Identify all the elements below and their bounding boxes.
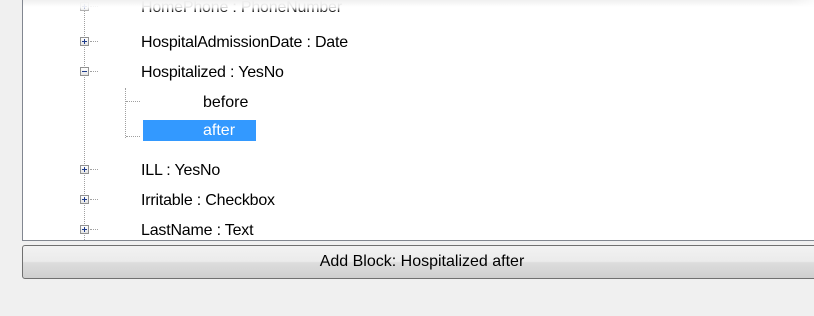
scroll-fade-right xyxy=(791,0,814,240)
plus-square-icon[interactable] xyxy=(80,165,89,174)
tree-child-before[interactable]: before xyxy=(23,92,803,114)
tree-child-label: before xyxy=(203,94,249,111)
tree-connector xyxy=(90,229,98,230)
tree-item-hospitaladmissiondate[interactable]: HospitalAdmissionDate : Date xyxy=(23,32,803,54)
window: HomePhone : PhoneNumber HospitalAdmissio… xyxy=(0,0,814,316)
plus-square-icon[interactable] xyxy=(80,225,89,234)
tree-item-label: ILL : YesNo xyxy=(141,162,221,179)
tree-item-hospitalized[interactable]: Hospitalized : YesNo xyxy=(23,62,803,84)
selection-highlight xyxy=(143,120,256,141)
tree-connector xyxy=(90,41,98,42)
window-bottom-area xyxy=(0,284,814,316)
tree-item-label: LastName : Text xyxy=(141,222,254,239)
tree-connector xyxy=(90,199,98,200)
scroll-fade-top xyxy=(23,0,814,12)
tree-connector xyxy=(126,136,140,137)
plus-square-icon[interactable] xyxy=(80,195,89,204)
tree-connector xyxy=(90,71,98,72)
tree-item-label: HospitalAdmissionDate : Date xyxy=(141,34,348,51)
tree-item-lastname[interactable]: LastName : Text xyxy=(23,220,803,240)
tree-item-label: Hospitalized : YesNo xyxy=(141,64,284,81)
add-block-button[interactable]: Add Block: Hospitalized after xyxy=(22,245,814,279)
fields-tree-view[interactable]: HomePhone : PhoneNumber HospitalAdmissio… xyxy=(22,0,814,241)
minus-square-icon[interactable] xyxy=(80,67,89,76)
tree-item-ill[interactable]: ILL : YesNo xyxy=(23,160,803,182)
tree-item-label: Irritable : Checkbox xyxy=(141,192,275,209)
tree-item-irritable[interactable]: Irritable : Checkbox xyxy=(23,190,803,212)
tree-child-after[interactable]: after xyxy=(23,120,803,142)
tree-connector xyxy=(90,169,98,170)
plus-square-icon[interactable] xyxy=(80,37,89,46)
tree-connector xyxy=(126,101,140,102)
tree-child-label-selected: after xyxy=(203,122,236,139)
